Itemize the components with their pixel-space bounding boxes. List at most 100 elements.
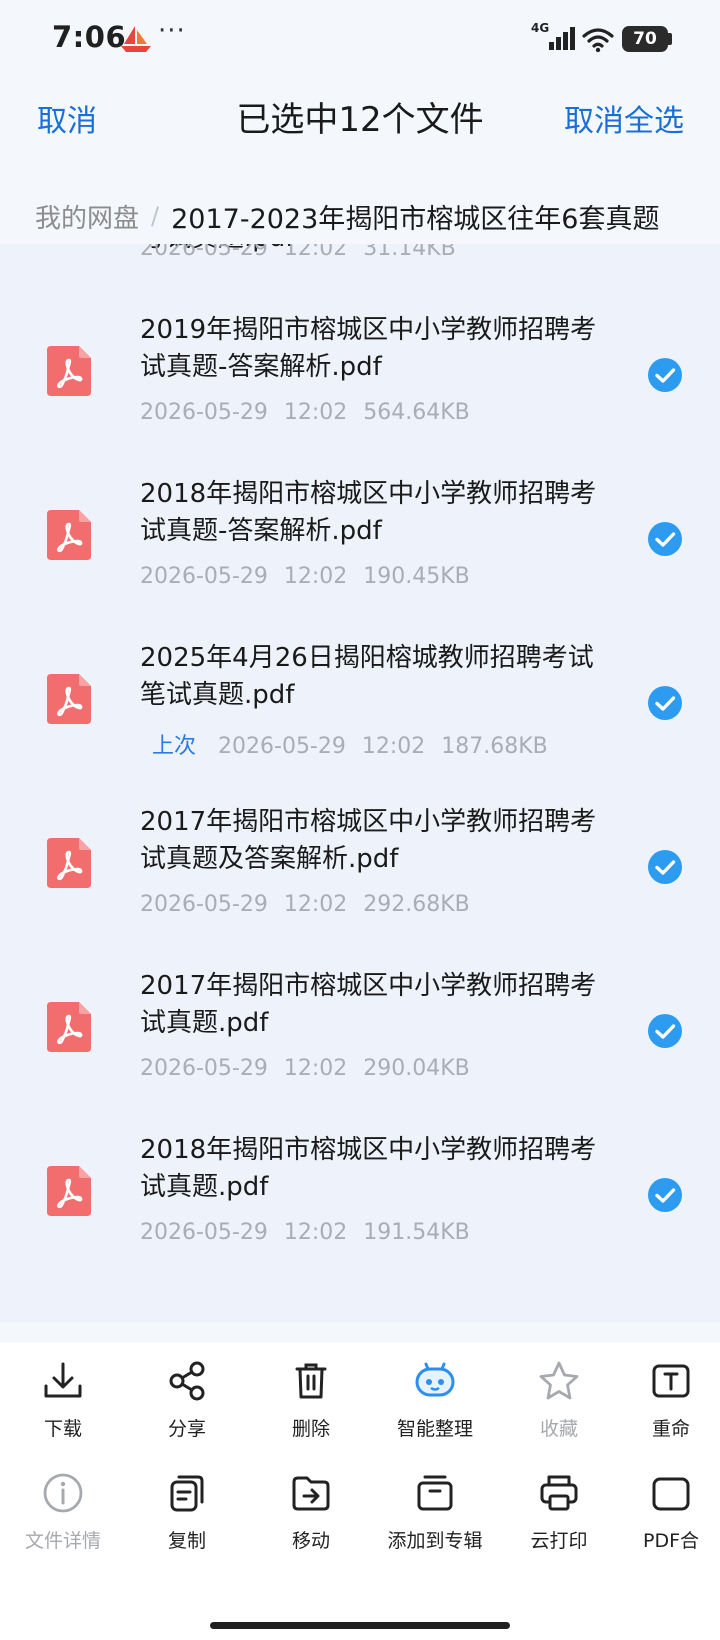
pdf-file-icon xyxy=(47,1166,91,1216)
toolbar-button-robot[interactable]: 智能整理 xyxy=(375,1358,495,1458)
pdf-file-icon xyxy=(47,510,91,560)
last-opened-tag: 上次 xyxy=(152,734,197,759)
file-size: 187.68KB xyxy=(441,734,548,759)
bottom-toolbar: 下载 分享 删除 智能整理 收藏 重命文件详情 复制 移动 添加到专辑 云打印 PDF合 xyxy=(0,1342,720,1640)
wifi-icon xyxy=(582,28,614,53)
file-size: 31.14KB xyxy=(363,244,456,261)
toolbar-button-pdf-merge[interactable]: PDF合 xyxy=(622,1470,720,1570)
toolbar-button-info[interactable]: 文件详情 xyxy=(3,1470,123,1570)
toolbar-button-download[interactable]: 下载 xyxy=(3,1358,123,1458)
file-name: 2025年4月26日揭阳榕城教师招聘考试笔试真题.pdf xyxy=(140,643,594,710)
move-icon xyxy=(251,1470,371,1516)
toolbar-label: PDF合 xyxy=(642,1530,700,1552)
cellular-signal-icon: 4G xyxy=(531,21,577,54)
file-row[interactable]: 2018年揭阳市榕城区中小学教师招聘考试真题.pdf 2026-05-29 12:0… xyxy=(0,1114,720,1278)
file-date: 2026-05-29 xyxy=(140,400,268,425)
selected-check-icon[interactable] xyxy=(648,1014,682,1048)
file-date: 2026-05-29 xyxy=(140,892,268,917)
selected-check-icon[interactable] xyxy=(648,850,682,884)
toolbar-button-move[interactable]: 移动 xyxy=(251,1470,371,1570)
file-size: 290.04KB xyxy=(363,1056,470,1081)
toolbar-label: 添加到专辑 xyxy=(387,1530,483,1552)
file-name: 2018年揭阳市榕城区中小学教师招聘考试真题.pdf xyxy=(140,1135,597,1202)
copy-icon xyxy=(127,1470,247,1516)
file-date: 2026-05-29 xyxy=(140,1056,268,1081)
file-time: 12:02 xyxy=(283,244,348,261)
file-size: 292.68KB xyxy=(363,892,470,917)
breadcrumb-root[interactable]: 我的网盘 xyxy=(35,198,139,235)
file-time: 12:02 xyxy=(283,400,348,425)
file-size: 564.64KB xyxy=(363,400,470,425)
file-name: 2017年揭阳市榕城区中小学教师招聘考试真题.pdf xyxy=(140,971,597,1038)
battery-icon: 70 xyxy=(622,26,668,52)
breadcrumb-separator: / xyxy=(151,202,160,230)
toolbar-button-print[interactable]: 云打印 xyxy=(499,1470,619,1570)
toolbar-label: 分享 xyxy=(167,1418,206,1440)
robot-icon xyxy=(375,1358,495,1404)
file-meta: 上次 2026-05-29 12:02 187.68KB xyxy=(152,728,548,760)
toolbar-label: 删除 xyxy=(291,1418,330,1440)
file-name: 2017年揭阳市榕城区中小学教师招聘考试真题及答案解析.pdf xyxy=(140,807,597,874)
selected-check-icon[interactable] xyxy=(648,522,682,556)
pdf-file-icon xyxy=(47,346,91,396)
battery-tip xyxy=(668,33,672,45)
pdf-merge-icon xyxy=(622,1470,720,1516)
file-date: 2026-05-29 xyxy=(140,564,268,589)
toolbar-button-share[interactable]: 分享 xyxy=(127,1358,247,1458)
selection-header: 取消 已选中12个文件 取消全选 xyxy=(0,80,720,180)
pdf-file-icon xyxy=(47,674,91,724)
status-bar: 7:06 ··· 4G 70 xyxy=(0,0,720,80)
home-indicator[interactable] xyxy=(210,1622,510,1629)
cancel-button[interactable]: 取消 xyxy=(37,96,97,140)
star-icon xyxy=(499,1358,619,1404)
toolbar-label: 下载 xyxy=(43,1418,82,1440)
file-row[interactable]: 2017年揭阳市榕城区中小学教师招聘考试真题.pdf 2026-05-29 12:0… xyxy=(0,950,720,1114)
selected-check-icon[interactable] xyxy=(648,1178,682,1212)
info-icon xyxy=(3,1470,123,1516)
download-icon xyxy=(3,1358,123,1404)
file-time: 12:02 xyxy=(283,1220,348,1245)
breadcrumb: 我的网盘 / 2017-2023年揭阳市榕城区往年6套真题 xyxy=(0,190,720,242)
file-meta: 2026-05-29 12:02 190.45KB xyxy=(140,564,470,589)
status-more-dots: ··· xyxy=(158,16,186,46)
file-meta: 2026-05-29 12:02 31.14KB xyxy=(140,244,456,261)
pdf-file-icon xyxy=(47,838,91,888)
toolbar-label: 云打印 xyxy=(530,1530,588,1552)
file-time: 12:02 xyxy=(283,1056,348,1081)
file-row[interactable]: 2017年揭阳市榕城区中小学教师招聘考试真题及答案解析.pdf 2026-05-2… xyxy=(0,786,720,950)
file-meta: 2026-05-29 12:02 191.54KB xyxy=(140,1220,470,1245)
breadcrumb-current-folder: 2017-2023年揭阳市榕城区往年6套真题 xyxy=(171,203,660,235)
selected-check-icon[interactable] xyxy=(648,358,682,392)
file-meta: 2026-05-29 12:02 290.04KB xyxy=(140,1056,470,1081)
file-row[interactable]: 2025年4月26日揭阳榕城教师招聘考试笔试真题.pdf 上次 2026-05-29… xyxy=(0,622,720,786)
toolbar-label: 文件详情 xyxy=(24,1530,101,1552)
toolbar-label: 智能整理 xyxy=(396,1418,473,1440)
file-list[interactable]: 考试真题.pdf2026-05-2912:0231.14KB2019年揭阳市榕城… xyxy=(0,244,720,1322)
toolbar-button-album[interactable]: 添加到专辑 xyxy=(375,1470,495,1570)
file-time: 12:02 xyxy=(361,734,426,759)
file-time: 12:02 xyxy=(283,564,348,589)
toolbar-button-star[interactable]: 收藏 xyxy=(499,1358,619,1458)
toolbar-label: 收藏 xyxy=(539,1418,578,1440)
trash-icon xyxy=(251,1358,371,1404)
status-time: 7:06 xyxy=(52,20,127,54)
pdf-file-icon xyxy=(47,1002,91,1052)
sailboat-icon xyxy=(121,26,151,52)
selected-check-icon[interactable] xyxy=(648,686,682,720)
file-meta: 2026-05-29 12:02 292.68KB xyxy=(140,892,470,917)
share-icon xyxy=(127,1358,247,1404)
file-size: 190.45KB xyxy=(363,564,470,589)
print-icon xyxy=(499,1470,619,1516)
toolbar-label: 移动 xyxy=(291,1530,330,1552)
deselect-all-button[interactable]: 取消全选 xyxy=(564,96,684,140)
toolbar-button-rename[interactable]: 重命 xyxy=(622,1358,720,1458)
file-row[interactable]: 2018年揭阳市榕城区中小学教师招聘考试真题-答案解析.pdf 2026-05-2… xyxy=(0,458,720,622)
file-time: 12:02 xyxy=(283,892,348,917)
album-icon xyxy=(375,1470,495,1516)
toolbar-button-trash[interactable]: 删除 xyxy=(251,1358,371,1458)
file-date: 2026-05-29 xyxy=(140,1220,268,1245)
file-name: 2019年揭阳市榕城区中小学教师招聘考试真题-答案解析.pdf xyxy=(140,315,597,382)
file-row[interactable]: 2019年揭阳市榕城区中小学教师招聘考试真题-答案解析.pdf 2026-05-2… xyxy=(0,294,720,458)
toolbar-button-copy[interactable]: 复制 xyxy=(127,1470,247,1570)
file-row[interactable]: 考试真题.pdf2026-05-2912:0231.14KB xyxy=(0,244,720,294)
